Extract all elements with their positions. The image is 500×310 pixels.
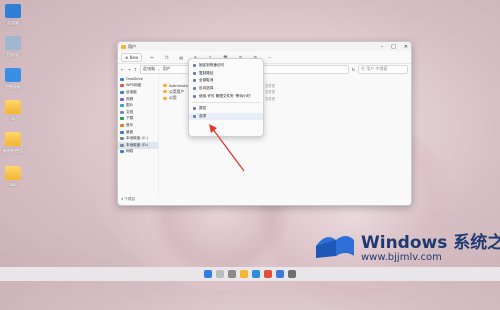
settings-icon[interactable] [288, 270, 296, 278]
start-icon[interactable] [204, 270, 212, 278]
edge-icon[interactable] [252, 270, 260, 278]
store-icon[interactable] [276, 270, 284, 278]
watermark: Windows 系统之家 www.bjjmlv.com [306, 222, 500, 268]
watermark-title: Windows 系统之家 [361, 233, 500, 253]
windows-logo-icon [316, 236, 354, 258]
file-explorer-icon[interactable] [240, 270, 248, 278]
arrow-shaft [211, 127, 245, 172]
watermark-url: www.bjjmlv.com [361, 252, 442, 263]
arrow-head [209, 124, 217, 133]
search-icon[interactable] [216, 270, 224, 278]
chrome-icon[interactable] [264, 270, 272, 278]
task-view-icon[interactable] [228, 270, 236, 278]
taskbar [0, 267, 500, 281]
